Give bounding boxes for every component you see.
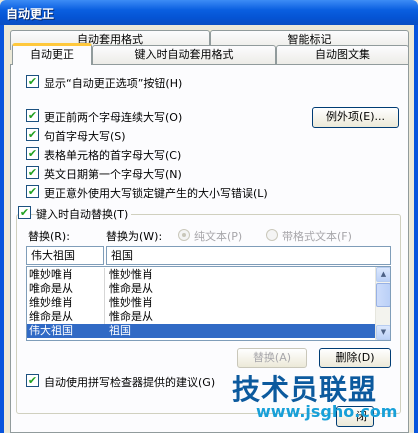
autocorrect-entries-list[interactable]: 唯妙唯肖 惟妙惟肖 唯命是从 惟命是从 维妙维肖 惟妙惟肖 维命是从 惟命是从 …	[26, 266, 391, 341]
window-frame-left	[0, 25, 4, 433]
tab-autoformat-as-you-type[interactable]: 键入时自动套用格式	[92, 45, 276, 65]
entry-with: 惟妙惟肖	[109, 296, 153, 309]
capitalize-sentence-label: 句首字母大写(S)	[44, 130, 126, 143]
capitalize-table-cells-label: 表格单元格的首字母大写(C)	[44, 149, 182, 162]
list-item[interactable]: 维妙维肖 惟妙惟肖	[27, 296, 376, 310]
entry-with: 惟命是从	[109, 310, 153, 323]
capitalize-days-label: 英文日期第一个字母大写(N)	[44, 168, 182, 181]
plain-text-radio[interactable]	[178, 229, 190, 241]
capitalize-sentence-checkbox[interactable]: ✔	[26, 128, 39, 141]
scroll-down-arrow-icon[interactable]: ▼	[376, 325, 390, 340]
capitalize-days-checkbox[interactable]: ✔	[26, 166, 39, 179]
replace-as-you-type-checkbox[interactable]: ✔	[18, 206, 31, 219]
entry-replace: 维命是从	[29, 310, 73, 323]
caps-lock-label: 更正意外使用大写锁定键产生的大小写错误(L)	[44, 187, 268, 200]
entry-with: 祖国	[109, 324, 131, 337]
list-item[interactable]: 唯妙唯肖 惟妙惟肖	[27, 268, 376, 282]
column-divider	[104, 282, 105, 296]
list-item[interactable]: 维命是从 惟命是从	[27, 310, 376, 324]
column-divider	[104, 268, 105, 282]
formatted-text-radio[interactable]	[266, 229, 278, 241]
tab-label: 自动更正	[30, 48, 74, 61]
delete-button[interactable]: 删除(D)	[319, 348, 391, 368]
entry-replace: 唯妙唯肖	[29, 268, 73, 281]
scroll-up-arrow-icon[interactable]: ▲	[376, 267, 390, 282]
with-input[interactable]: 祖国	[106, 246, 391, 265]
capitalize-table-cells-checkbox[interactable]: ✔	[26, 147, 39, 160]
entry-replace: 伟大祖国	[29, 324, 73, 337]
scroll-thumb[interactable]	[376, 283, 390, 307]
tab-autocorrect[interactable]: 自动更正	[12, 43, 92, 65]
window-frame-right	[414, 25, 418, 433]
title-bar[interactable]: 自动更正	[0, 0, 418, 25]
tab-label: 键入时自动套用格式	[134, 48, 234, 61]
column-divider	[104, 296, 105, 310]
window-title: 自动更正	[6, 7, 55, 21]
replace-label: 替换(R):	[28, 230, 70, 243]
show-buttons-checkbox[interactable]: ✔	[26, 75, 39, 88]
two-initial-caps-label: 更正前两个字母连续大写(O)	[44, 111, 183, 124]
list-scrollbar[interactable]: ▲ ▼	[375, 267, 390, 340]
entry-replace: 维妙维肖	[29, 296, 73, 309]
entry-replace: 唯命是从	[29, 282, 73, 295]
watermark-url: www.jsgho.com	[256, 402, 398, 421]
replace-as-you-type-label: 键入时自动替换(T)	[36, 206, 132, 222]
show-buttons-label: 显示“自动更正选项”按钮(H)	[44, 77, 183, 90]
caps-lock-checkbox[interactable]: ✔	[26, 185, 39, 198]
replace-input[interactable]: 伟大祖国	[26, 246, 104, 265]
list-item-selected[interactable]: 伟大祖国 祖国	[27, 324, 376, 338]
tab-label: 自动图文集	[315, 48, 370, 61]
formatted-text-label: 带格式文本(F)	[282, 230, 352, 243]
spelling-checker-label: 自动使用拼写检查器提供的建议(G)	[44, 376, 216, 389]
plain-text-label: 纯文本(P)	[194, 230, 243, 243]
list-item[interactable]: 唯命是从 惟命是从	[27, 282, 376, 296]
tab-autotext[interactable]: 自动图文集	[276, 45, 409, 65]
entry-with: 惟命是从	[109, 282, 153, 295]
replace-button[interactable]: 替换(A)	[237, 348, 307, 368]
exceptions-button[interactable]: 例外项(E)...	[312, 107, 399, 128]
with-label: 替换为(W):	[106, 230, 163, 243]
entry-with: 惟妙惟肖	[109, 268, 153, 281]
column-divider	[104, 310, 105, 324]
spelling-checker-checkbox[interactable]: ✔	[26, 374, 39, 387]
two-initial-caps-checkbox[interactable]: ✔	[26, 109, 39, 122]
